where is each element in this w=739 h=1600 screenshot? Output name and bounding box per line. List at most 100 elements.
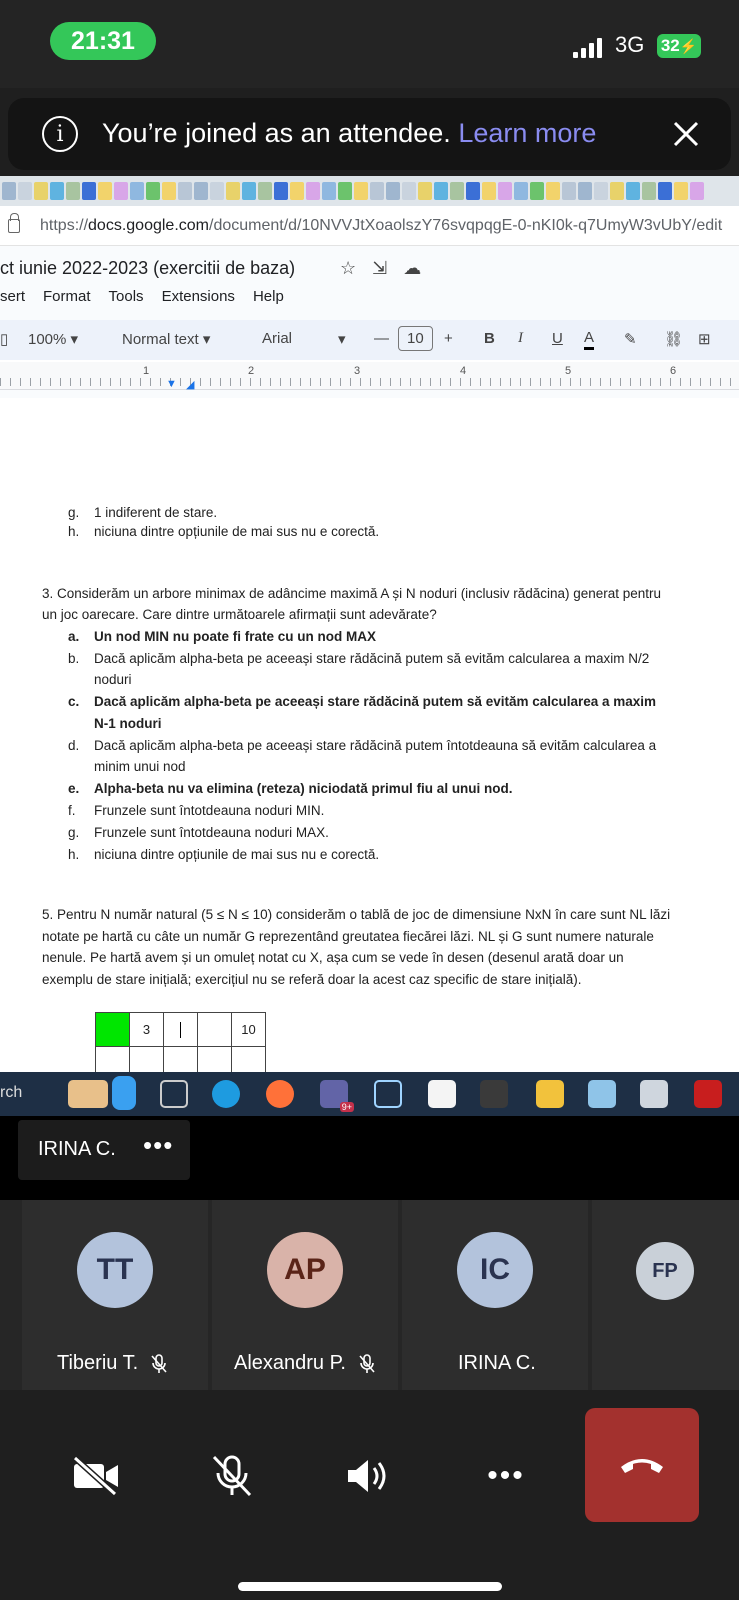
bookmark-icon[interactable]: [2, 182, 16, 200]
bold-button[interactable]: B: [484, 330, 495, 347]
bookmark-icon[interactable]: [418, 182, 432, 200]
bookmark-icon[interactable]: [322, 182, 336, 200]
ruler[interactable]: 1 2 3 4 5 6 ▼ ◢: [0, 362, 739, 391]
bookmark-icon[interactable]: [370, 182, 384, 200]
notepad-icon[interactable]: [428, 1080, 456, 1108]
more-controls-button[interactable]: •••: [470, 1440, 542, 1512]
menu-tools[interactable]: Tools: [109, 288, 144, 305]
style-select[interactable]: Normal text ▾: [122, 330, 210, 348]
app-icon[interactable]: [640, 1080, 668, 1108]
cloud-status-icon[interactable]: ☁: [403, 258, 421, 279]
star-icon[interactable]: ☆: [340, 258, 356, 279]
bookmark-icon[interactable]: [50, 182, 64, 200]
bookmark-icon[interactable]: [546, 182, 560, 200]
bookmark-icon[interactable]: [610, 182, 624, 200]
bookmark-icon[interactable]: [562, 182, 576, 200]
bookmark-icon[interactable]: [658, 182, 672, 200]
bookmark-icon[interactable]: [514, 182, 528, 200]
bookmark-icon[interactable]: [274, 182, 288, 200]
font-select[interactable]: Arial: [262, 330, 292, 347]
bookmark-icon[interactable]: [290, 182, 304, 200]
bookmark-icon[interactable]: [178, 182, 192, 200]
virtualbox-icon[interactable]: [374, 1080, 402, 1108]
bookmark-icon[interactable]: [210, 182, 224, 200]
screen-share-owner-chip[interactable]: IRINA C. •••: [18, 1120, 190, 1180]
url-text[interactable]: https://docs.google.com/document/d/10NVV…: [40, 217, 722, 235]
bookmark-icon[interactable]: [66, 182, 80, 200]
move-folder-icon[interactable]: ⇲: [372, 258, 387, 279]
task-view-icon[interactable]: [160, 1080, 188, 1108]
bookmark-icon[interactable]: [594, 182, 608, 200]
bookmark-icon[interactable]: [162, 182, 176, 200]
more-options-icon[interactable]: •••: [143, 1130, 173, 1161]
menu-help[interactable]: Help: [253, 288, 284, 305]
bookmark-icon[interactable]: [114, 182, 128, 200]
text-color-button[interactable]: A: [584, 329, 595, 350]
highlight-icon[interactable]: ✎: [624, 330, 637, 348]
bookmark-icon[interactable]: [18, 182, 32, 200]
bookmark-icon[interactable]: [34, 182, 48, 200]
document-title[interactable]: ct iunie 2022-2023 (exercitii de baza): [0, 258, 295, 279]
menu-extensions[interactable]: Extensions: [162, 288, 235, 305]
widgets-icon[interactable]: [68, 1080, 108, 1108]
bookmark-icon[interactable]: [386, 182, 400, 200]
acrobat-icon[interactable]: [694, 1080, 722, 1108]
bookmark-icon[interactable]: [690, 182, 704, 200]
menu-insert[interactable]: sert: [0, 288, 25, 305]
bookmark-icon[interactable]: [338, 182, 352, 200]
bookmark-icon[interactable]: [98, 182, 112, 200]
taskbar-search[interactable]: rch: [0, 1084, 22, 1102]
bookmark-icon[interactable]: [194, 182, 208, 200]
bookmark-icon[interactable]: [354, 182, 368, 200]
bookmark-icon[interactable]: [450, 182, 464, 200]
bookmark-icon[interactable]: [530, 182, 544, 200]
underline-button[interactable]: U: [552, 330, 563, 347]
bookmark-icon[interactable]: [626, 182, 640, 200]
paint-format-icon[interactable]: ▯: [0, 330, 8, 348]
firefox-icon[interactable]: [266, 1080, 294, 1108]
mute-button[interactable]: [196, 1440, 268, 1512]
bookmark-icon[interactable]: [402, 182, 416, 200]
link-icon[interactable]: ⛓: [664, 330, 683, 348]
address-bar[interactable]: https://docs.google.com/document/d/10NVV…: [0, 206, 739, 246]
bookmark-icon[interactable]: [642, 182, 656, 200]
bookmark-icon[interactable]: [578, 182, 592, 200]
bookmark-icon[interactable]: [146, 182, 160, 200]
participant-tile[interactable]: TT Tiberiu T.: [22, 1200, 208, 1390]
bookmark-icon[interactable]: [498, 182, 512, 200]
font-size-decrease[interactable]: —: [374, 330, 389, 347]
bookmark-icon[interactable]: [130, 182, 144, 200]
file-explorer-icon[interactable]: [536, 1080, 564, 1108]
copilot-icon[interactable]: [112, 1076, 136, 1110]
video-off-button[interactable]: [60, 1440, 132, 1512]
edge-icon[interactable]: [212, 1080, 240, 1108]
participant-tile[interactable]: IC IRINA C.: [402, 1200, 588, 1390]
home-indicator[interactable]: [238, 1582, 502, 1591]
zoom-select[interactable]: 100% ▾: [28, 330, 78, 348]
bookmark-icon[interactable]: [434, 182, 448, 200]
bookmark-icon[interactable]: [82, 182, 96, 200]
bookmark-icon[interactable]: [242, 182, 256, 200]
hang-up-button[interactable]: [585, 1408, 699, 1522]
chevron-down-icon[interactable]: ▾: [338, 330, 346, 348]
close-icon[interactable]: [668, 116, 704, 152]
menu-format[interactable]: Format: [43, 288, 91, 305]
font-size-increase[interactable]: +: [444, 330, 453, 347]
bookmark-icon[interactable]: [226, 182, 240, 200]
app-icon[interactable]: [588, 1080, 616, 1108]
bookmark-icon[interactable]: [306, 182, 320, 200]
participant-tile[interactable]: FP: [592, 1200, 739, 1390]
bookmark-icon[interactable]: [466, 182, 480, 200]
bookmark-icon[interactable]: [258, 182, 272, 200]
app-icon[interactable]: [480, 1080, 508, 1108]
font-size-input[interactable]: 10: [398, 326, 433, 351]
comment-icon[interactable]: ⊞: [698, 330, 711, 348]
italic-button[interactable]: I: [518, 330, 523, 347]
bookmark-icon[interactable]: [674, 182, 688, 200]
teams-icon[interactable]: 9+: [320, 1080, 354, 1112]
learn-more-link[interactable]: Learn more: [458, 118, 596, 148]
speaker-button[interactable]: [332, 1440, 404, 1512]
indent-marker-icon[interactable]: ▼: [166, 378, 177, 390]
bookmark-icon[interactable]: [482, 182, 496, 200]
participant-tile[interactable]: AP Alexandru P.: [212, 1200, 398, 1390]
